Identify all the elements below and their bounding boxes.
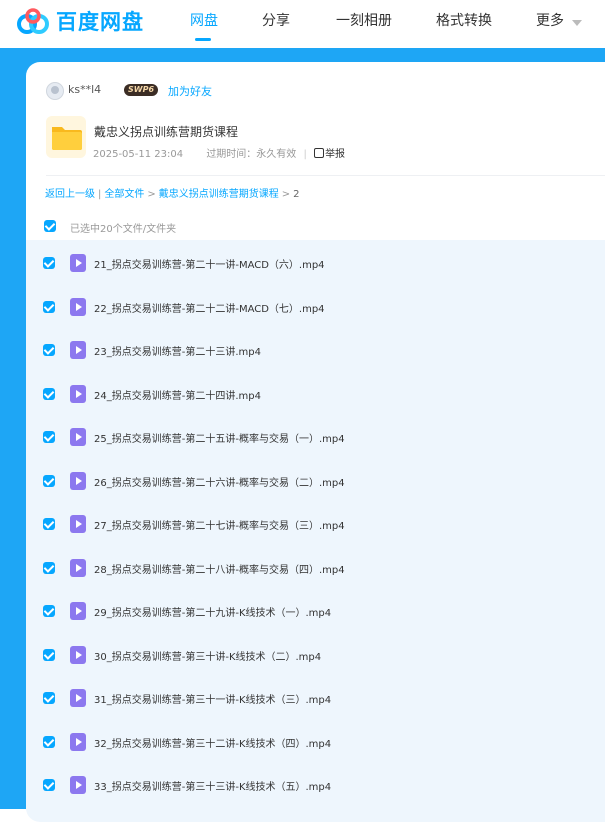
file-checkbox[interactable] (43, 735, 55, 748)
file-checkbox[interactable] (43, 474, 55, 487)
file-checkbox[interactable] (43, 779, 55, 791)
breadcrumb-separator: > (147, 189, 156, 200)
meta-divider: | (303, 149, 307, 160)
list-item[interactable]: 26_拐点交易训练营-第二十六讲-概率与交易（二）.mp4 (26, 459, 605, 502)
video-file-icon (70, 254, 86, 272)
nav-tab-more[interactable]: 更多 (536, 11, 564, 31)
file-name[interactable]: 24_拐点交易训练营-第二十四讲.mp4 (94, 387, 261, 402)
file-name[interactable]: 30_拐点交易训练营-第三十讲-K线技术（二）.mp4 (94, 648, 321, 663)
file-name[interactable]: 25_拐点交易训练营-第二十五讲-概率与交易（一）.mp4 (94, 430, 345, 445)
file-checkbox[interactable] (43, 257, 55, 269)
file-checkbox[interactable] (43, 561, 55, 574)
nav-active-indicator (195, 38, 211, 41)
video-file-icon (70, 645, 86, 664)
video-file-icon (70, 602, 86, 620)
breadcrumb: 返回上一级 | 全部文件 > 戴忠义拐点训练营期货课程 >2 (45, 185, 300, 200)
header-divider (46, 175, 605, 176)
list-item[interactable]: 28_拐点交易训练营-第二十八讲-概率与交易（四）.mp4 (26, 546, 605, 589)
video-file-icon (70, 384, 86, 403)
select-all-checkbox[interactable] (44, 220, 56, 232)
list-item[interactable]: 29_拐点交易训练营-第二十九讲-K线技术（一）.mp4 (26, 589, 605, 632)
file-checkbox[interactable] (43, 518, 55, 530)
report-icon (314, 148, 325, 158)
share-expiry: 过期时间：永久有效 (206, 149, 297, 160)
file-checkbox[interactable] (43, 431, 55, 443)
video-file-icon (70, 428, 86, 446)
file-checkbox[interactable] (43, 300, 55, 313)
file-checkbox[interactable] (43, 344, 55, 356)
file-checkbox[interactable] (43, 692, 55, 704)
file-name[interactable]: 31_拐点交易训练营-第三十一讲-K线技术（三）.mp4 (94, 691, 331, 706)
file-list: 21_拐点交易训练营-第二十一讲-MACD（六）.mp4 22_拐点交易训练营-第… (26, 240, 605, 822)
file-name[interactable]: 29_拐点交易训练营-第二十九讲-K线技术（一）.mp4 (94, 604, 331, 619)
breadcrumb-current: 2 (293, 189, 300, 200)
video-file-icon (70, 558, 86, 577)
avatar[interactable] (46, 82, 64, 100)
share-meta: 2025-05-11 23:04 过期时间：永久有效 | 举报 (93, 145, 345, 160)
video-file-icon (70, 689, 86, 707)
add-friend-link[interactable]: 加为好友 (168, 83, 212, 99)
list-item[interactable]: 22_拐点交易训练营-第二十二讲-MACD（七）.mp4 (26, 285, 605, 328)
shared-folder-title: 戴忠义拐点训练营期货课程 (94, 125, 239, 139)
breadcrumb-all-files[interactable]: 全部文件 (104, 189, 144, 200)
report-button[interactable]: 举报 (314, 148, 346, 160)
video-file-icon (70, 297, 86, 316)
list-item[interactable]: 33_拐点交易训练营-第三十三讲-K线技术（五）.mp4 (26, 763, 605, 806)
nav-tab-netdisk[interactable]: 网盘 (190, 11, 218, 31)
folder-icon (46, 116, 86, 158)
file-name[interactable]: 22_拐点交易训练营-第二十二讲-MACD（七）.mp4 (94, 300, 325, 315)
list-item[interactable]: 30_拐点交易训练营-第三十讲-K线技术（二）.mp4 (26, 633, 605, 676)
list-item[interactable]: 24_拐点交易训练营-第二十四讲.mp4 (26, 372, 605, 415)
file-name[interactable]: 21_拐点交易训练营-第二十一讲-MACD（六）.mp4 (94, 256, 325, 271)
video-file-icon (70, 732, 86, 751)
list-item[interactable]: 31_拐点交易训练营-第三十一讲-K线技术（三）.mp4 (26, 676, 605, 719)
video-file-icon (70, 776, 86, 794)
file-name[interactable]: 32_拐点交易训练营-第三十二讲-K线技术（四）.mp4 (94, 735, 331, 750)
breadcrumb-folder[interactable]: 戴忠义拐点训练营期货课程 (159, 189, 279, 200)
nav-tab-format-convert[interactable]: 格式转换 (436, 11, 492, 31)
file-name[interactable]: 23_拐点交易训练营-第二十三讲.mp4 (94, 343, 261, 358)
breadcrumb-separator: > (281, 189, 291, 200)
select-all-row: 已选中20个文件/文件夹 (26, 212, 605, 240)
file-name[interactable]: 27_拐点交易训练营-第二十七讲-概率与交易（三）.mp4 (94, 517, 345, 532)
share-card: ks**l4 SWP6 加为好友 戴忠义拐点训练营期货课程 2025-05-11… (26, 62, 605, 822)
file-name[interactable]: 33_拐点交易训练营-第三十三讲-K线技术（五）.mp4 (94, 778, 331, 793)
nav-tab-moments-album[interactable]: 一刻相册 (336, 11, 392, 31)
list-item[interactable]: 32_拐点交易训练营-第三十二讲-K线技术（四）.mp4 (26, 720, 605, 763)
file-checkbox[interactable] (43, 605, 55, 617)
file-name[interactable]: 26_拐点交易训练营-第二十六讲-概率与交易（二）.mp4 (94, 474, 345, 489)
selection-count: 已选中20个文件/文件夹 (70, 224, 177, 235)
video-file-icon (70, 515, 86, 533)
list-item[interactable]: 27_拐点交易训练营-第二十七讲-概率与交易（三）.mp4 (26, 502, 605, 545)
file-checkbox[interactable] (43, 648, 55, 661)
file-name[interactable]: 28_拐点交易训练营-第二十八讲-概率与交易（四）.mp4 (94, 561, 345, 576)
svip-badge: SWP6 (124, 84, 159, 96)
share-date: 2025-05-11 23:04 (93, 149, 184, 160)
top-navigation-bar: 百度网盘 网盘 分享 一刻相册 格式转换 更多 (0, 0, 605, 48)
sharer-username: ks**l4 (68, 83, 102, 96)
report-label: 举报 (325, 149, 346, 160)
chevron-down-icon[interactable] (572, 20, 582, 26)
file-checkbox[interactable] (43, 387, 55, 400)
breadcrumb-back-link[interactable]: 返回上一级 (45, 189, 95, 200)
brand-name[interactable]: 百度网盘 (56, 8, 144, 36)
list-item[interactable]: 25_拐点交易训练营-第二十五讲-概率与交易（一）.mp4 (26, 415, 605, 458)
list-item[interactable]: 23_拐点交易训练营-第二十三讲.mp4 (26, 328, 605, 371)
video-file-icon (70, 341, 86, 359)
list-item[interactable]: 21_拐点交易训练营-第二十一讲-MACD（六）.mp4 (26, 241, 605, 284)
video-file-icon (70, 471, 86, 490)
breadcrumb-separator: | (98, 189, 102, 200)
nav-tab-share[interactable]: 分享 (262, 11, 290, 31)
baidu-netdisk-logo-icon[interactable] (16, 8, 50, 36)
